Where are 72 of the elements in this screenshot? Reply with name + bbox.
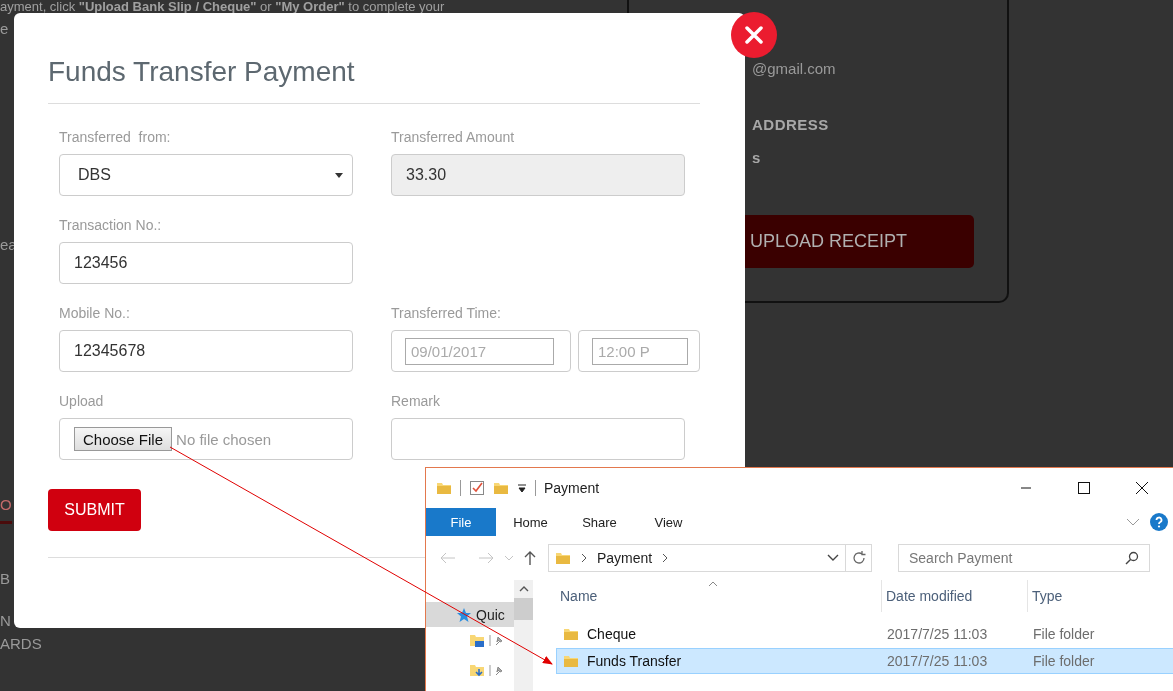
window-title: Payment [544,480,600,496]
submit-button[interactable]: SUBMIT [48,489,141,531]
folder-icon [563,626,579,642]
address-heading: ADDRESS [752,115,830,135]
file-status: No file chosen [176,430,272,448]
folder-icon [436,480,452,496]
address-bar[interactable]: Payment [548,544,846,572]
folder-icon [563,653,579,669]
dropdown-icon[interactable] [827,554,839,562]
field-label: Transferred Amount [391,128,515,146]
refresh-icon [850,550,867,566]
ribbon-tab[interactable]: Home [496,508,565,536]
nav-item[interactable]: Quic [426,602,514,627]
column-header[interactable]: Type [1028,580,1173,612]
ribbon-tab[interactable]: File [426,508,496,536]
input-field[interactable]: 123456 [59,242,353,284]
notice-text: ayment, click "Upload Bank Slip / Cheque" or "My Order" to complete your [0,0,445,13]
checklist-icon[interactable] [469,480,485,496]
expand-icon[interactable] [1126,518,1140,526]
refresh-button[interactable] [846,544,872,572]
path-segment[interactable]: Payment [597,550,653,566]
sort-caret-icon [708,581,718,587]
file-name: Cheque [587,626,637,642]
up-icon[interactable] [524,550,536,566]
file-name: Funds Transfer [587,653,682,669]
bank-select[interactable]: DBS [59,154,353,196]
scrollbar[interactable] [514,580,533,691]
choose-file-button[interactable]: Choose File [74,427,173,451]
folder-icon [493,480,509,496]
email-text: @gmail.com [752,59,837,79]
ribbon-tab[interactable]: Share [565,508,634,536]
remark-field[interactable] [391,418,685,460]
page-text: e [0,19,9,39]
amount-field: 33.30 [391,154,685,196]
folder-row[interactable]: Cheque 2017/7/25 11:03 File folder [556,621,1173,647]
caret-icon [334,171,344,179]
scroll-up-icon[interactable] [518,586,529,592]
type-cell-text: File folder [1032,653,1096,669]
field-label: Upload [59,392,104,410]
pin-icon[interactable] [489,662,505,677]
type-cell-text: File folder [1032,626,1096,642]
field-label: Transferred from: [59,128,171,146]
close-button[interactable] [731,12,777,58]
field-label: Mobile No.: [59,304,130,322]
date-cell-text: 2017/7/25 11:03 [886,653,989,669]
page-text: B [0,569,10,589]
star-icon [456,606,472,623]
field-label: Transaction No.: [59,216,162,234]
column-header[interactable]: Date modified [882,580,1028,612]
address-text: s [752,148,762,168]
maximize-icon [1078,482,1090,494]
close-icon [1135,481,1149,495]
pin-icon[interactable] [489,632,505,647]
page-text: ARDS [0,634,42,654]
chevron-icon [662,553,669,563]
page-text: N [0,611,11,631]
input-field[interactable]: 12345678 [59,330,353,372]
column-header[interactable]: Name [556,580,882,612]
folder-icon [555,550,571,566]
help-icon[interactable] [1150,513,1168,531]
folder-row[interactable]: Funds Transfer 2017/7/25 11:03 File folder [556,648,1173,674]
date-cell-text: 2017/7/25 11:03 [886,626,989,642]
dialog-title: Funds Transfer Payment [48,55,355,89]
ribbon-tab[interactable]: View [634,508,703,536]
scroll-thumb[interactable] [514,598,533,620]
search-field[interactable]: Search Payment [898,544,1150,572]
search-icon [1125,551,1139,565]
chevron-icon [581,553,587,563]
dropdown-icon[interactable] [517,483,527,493]
close-icon [745,26,763,44]
field-label: Remark [391,392,440,410]
field-label: Transferred Time: [391,304,501,322]
